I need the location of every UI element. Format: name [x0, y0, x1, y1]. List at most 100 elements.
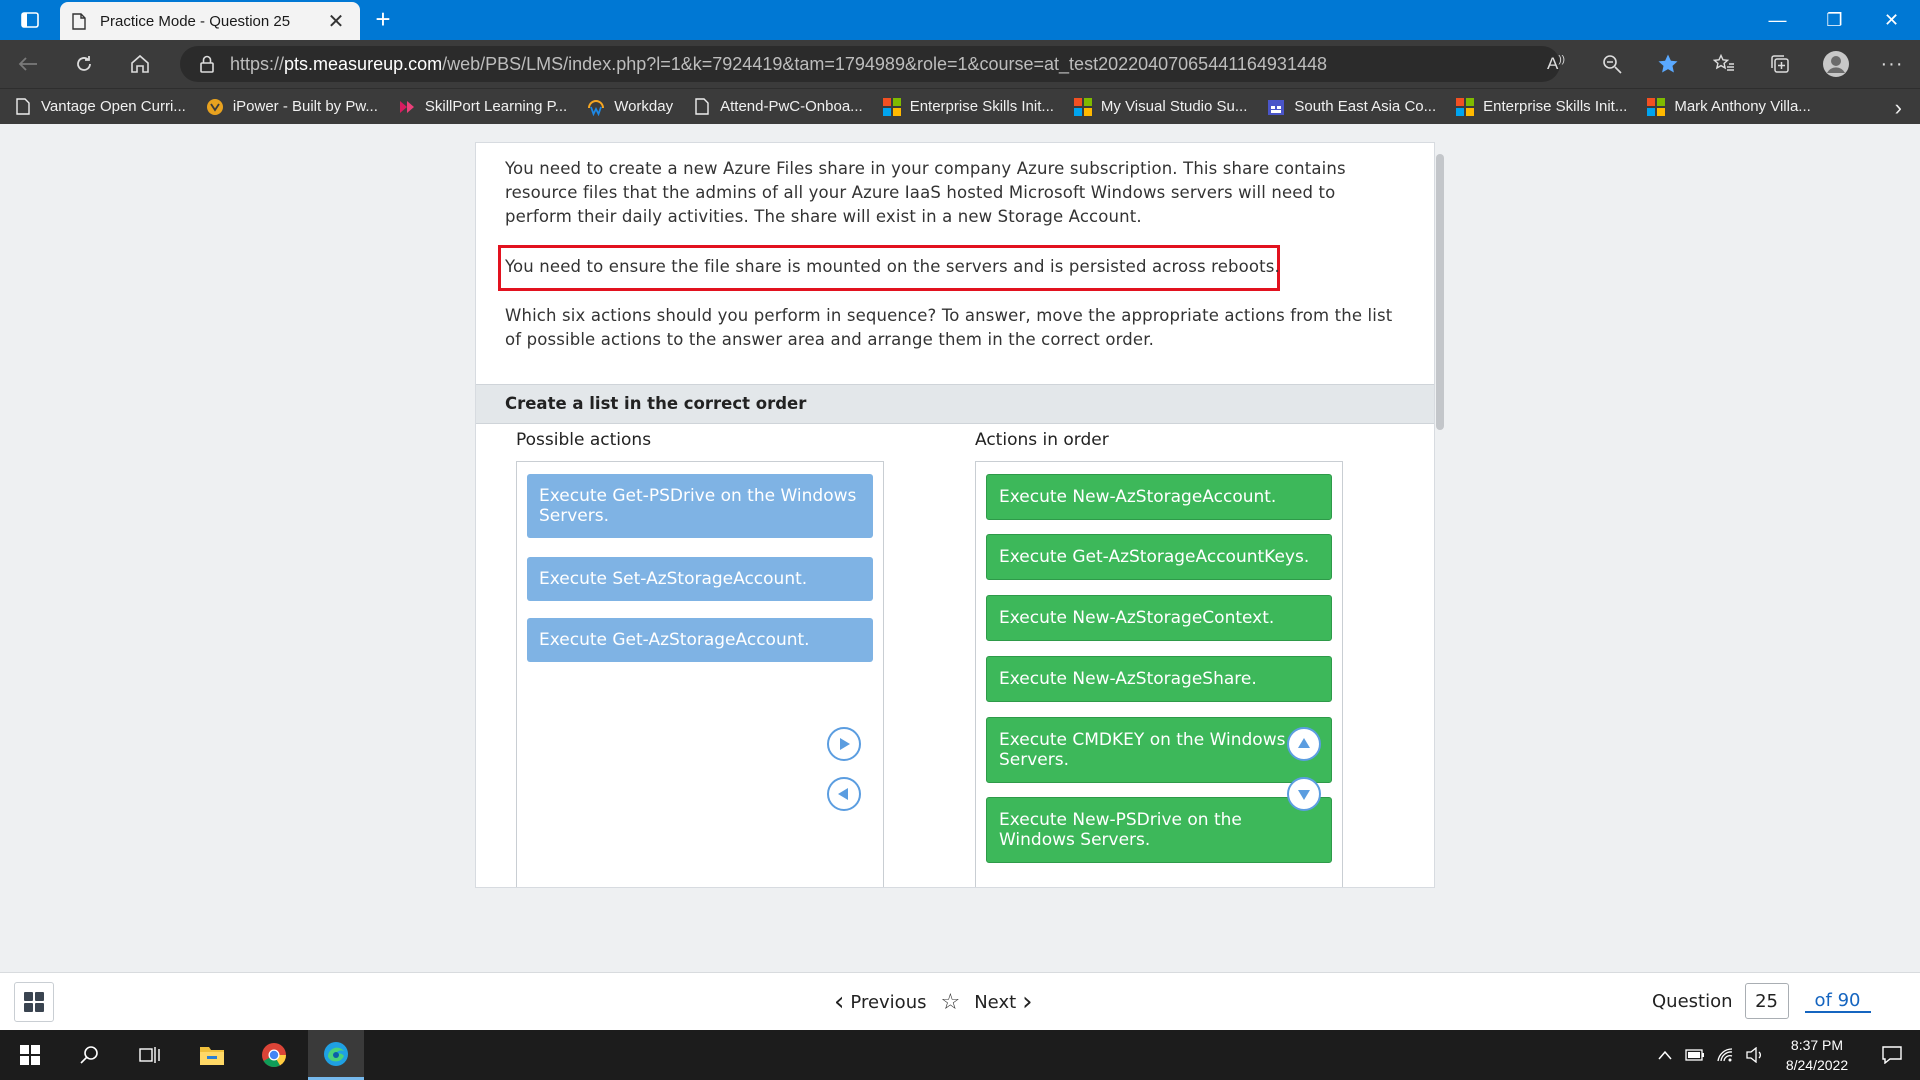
- page-icon: [693, 98, 711, 116]
- ordered-action-item[interactable]: Execute CMDKEY on the Windows Servers.: [986, 717, 1332, 783]
- favorite-label: Workday: [614, 98, 674, 115]
- read-aloud-icon[interactable]: A)): [1528, 40, 1584, 88]
- file-explorer-icon[interactable]: [184, 1030, 240, 1080]
- question-total-link[interactable]: of 90: [1804, 990, 1871, 1013]
- scrollbar[interactable]: [1436, 154, 1444, 430]
- favorites-icon[interactable]: [1696, 40, 1752, 88]
- possible-action-item[interactable]: Execute Get-PSDrive on the Windows Serve…: [527, 474, 873, 538]
- zoom-out-icon[interactable]: [1584, 40, 1640, 88]
- close-window-icon[interactable]: ✕: [1863, 0, 1920, 40]
- ordered-action-item[interactable]: Execute New-AzStorageAccount.: [986, 474, 1332, 520]
- active-tab[interactable]: Practice Mode - Question 25 ✕: [60, 2, 360, 40]
- url-path: /web/PBS/LMS/index.php?l=1&k=7924419&tam…: [442, 53, 1327, 74]
- refresh-icon[interactable]: [56, 40, 112, 88]
- favorite-item[interactable]: Vantage Open Curri...: [14, 98, 186, 116]
- address-bar[interactable]: https://pts.measureup.com/web/PBS/LMS/in…: [180, 46, 1560, 82]
- lock-icon[interactable]: [200, 55, 214, 73]
- favorite-label: My Visual Studio Su...: [1100, 98, 1248, 115]
- next-button[interactable]: Next ›: [974, 987, 1038, 1017]
- favorite-item[interactable]: Workday: [587, 98, 673, 116]
- favorite-label: SkillPort Learning P...: [424, 98, 568, 115]
- collections-icon[interactable]: [1752, 40, 1808, 88]
- back-icon[interactable]: [0, 40, 56, 88]
- search-icon[interactable]: [62, 1030, 118, 1080]
- edge-icon[interactable]: [308, 1030, 364, 1080]
- ordered-action-item[interactable]: Execute New-PSDrive on the Windows Serve…: [986, 797, 1332, 863]
- possible-actions-title: Possible actions: [516, 430, 652, 450]
- grid-icon: [24, 992, 44, 1012]
- favorite-item[interactable]: Enterprise Skills Init...: [1456, 97, 1627, 116]
- previous-label: Previous: [850, 991, 927, 1013]
- minimize-icon[interactable]: —: [1749, 0, 1806, 40]
- ordered-action-item[interactable]: Execute New-AzStorageContext.: [986, 595, 1332, 641]
- workday-icon: [587, 98, 605, 116]
- windows-taskbar: 8:37 PM 8/24/2022: [0, 1030, 1920, 1080]
- move-left-button[interactable]: [827, 777, 861, 811]
- previous-button[interactable]: ‹ Previous: [828, 987, 926, 1017]
- browser-toolbar: https://pts.measureup.com/web/PBS/LMS/in…: [0, 40, 1920, 88]
- question-requirement: You need to ensure the file share is mou…: [505, 257, 1280, 276]
- restore-icon[interactable]: ❐: [1806, 0, 1863, 40]
- microsoft-icon: [1647, 97, 1666, 116]
- favorite-item[interactable]: SkillPort Learning P...: [398, 98, 567, 116]
- question-number-input[interactable]: 25: [1744, 983, 1789, 1019]
- task-view-icon[interactable]: [122, 1030, 178, 1080]
- tab-close-icon[interactable]: ✕: [324, 9, 348, 34]
- actions-in-order-list[interactable]: Execute New-AzStorageAccount. Execute Ge…: [975, 461, 1343, 887]
- mark-star-icon[interactable]: ☆: [940, 990, 960, 1015]
- home-icon[interactable]: [112, 40, 168, 88]
- play-left-icon: [838, 788, 848, 800]
- chevron-up-icon[interactable]: [1650, 1050, 1680, 1060]
- possible-action-item[interactable]: Execute Set-AzStorageAccount.: [527, 557, 873, 601]
- clock-time: 8:37 PM: [1790, 1037, 1844, 1053]
- question-grid-button[interactable]: [14, 982, 54, 1022]
- favorite-item[interactable]: My Visual Studio Su...: [1073, 97, 1248, 116]
- bottom-navigation: ‹ Previous ☆ Next › Question 25 of 90: [0, 972, 1920, 1030]
- page-icon: [72, 12, 86, 30]
- move-right-button[interactable]: [827, 727, 861, 761]
- possible-actions-list[interactable]: Execute Get-PSDrive on the Windows Serve…: [516, 461, 884, 887]
- system-clock[interactable]: 8:37 PM 8/24/2022: [1770, 1035, 1864, 1075]
- arrow-up-icon: [1298, 738, 1310, 748]
- possible-action-item[interactable]: Execute Get-AzStorageAccount.: [527, 618, 873, 662]
- more-menu-icon[interactable]: ···: [1864, 40, 1920, 88]
- favorite-item[interactable]: Mark Anthony Villa...: [1647, 97, 1811, 116]
- question-label: Question: [1652, 990, 1733, 1012]
- chevron-left-icon: ‹: [834, 987, 845, 1017]
- ordered-action-item[interactable]: Execute New-AzStorageShare.: [986, 656, 1332, 702]
- favorite-label: South East Asia Co...: [1294, 98, 1437, 115]
- favorite-label: Enterprise Skills Init...: [909, 98, 1054, 115]
- url-host: pts.measureup.com: [284, 53, 443, 74]
- ordered-action-item[interactable]: Execute Get-AzStorageAccountKeys.: [986, 534, 1332, 580]
- chrome-icon[interactable]: [246, 1030, 302, 1080]
- volume-icon[interactable]: [1740, 1047, 1770, 1063]
- microsoft-icon: [882, 97, 901, 116]
- calendar-icon: [1267, 98, 1285, 116]
- question-panel: You need to create a new Azure Files sha…: [475, 142, 1435, 888]
- chevron-right-icon[interactable]: ›: [1895, 95, 1902, 121]
- url-prefix: https://: [230, 53, 285, 74]
- move-down-button[interactable]: [1287, 777, 1321, 811]
- favorite-item[interactable]: iPower - Built by Pw...: [206, 98, 378, 116]
- wifi-icon[interactable]: [1710, 1047, 1740, 1063]
- question-text: You need to create a new Azure Files sha…: [505, 159, 1346, 226]
- favorite-item[interactable]: South East Asia Co...: [1267, 98, 1436, 116]
- page-icon: [14, 98, 32, 116]
- tab-actions-icon[interactable]: [0, 0, 60, 40]
- favorite-item[interactable]: Attend-PwC-Onboa...: [693, 98, 863, 116]
- favorite-item[interactable]: Enterprise Skills Init...: [882, 97, 1054, 116]
- section-title: Create a list in the correct order: [476, 384, 1434, 424]
- windows-start-icon[interactable]: [2, 1030, 58, 1080]
- question-navigation: ‹ Previous ☆ Next ›: [828, 987, 1039, 1017]
- notifications-icon[interactable]: [1864, 1046, 1920, 1064]
- battery-icon[interactable]: [1680, 1049, 1710, 1061]
- move-up-button[interactable]: [1287, 727, 1321, 761]
- favorite-label: iPower - Built by Pw...: [232, 98, 378, 115]
- browser-tab-strip: Practice Mode - Question 25 ✕ + — ❐ ✕: [0, 0, 1920, 40]
- favorite-label: Attend-PwC-Onboa...: [720, 98, 863, 115]
- new-tab-button[interactable]: +: [366, 4, 400, 36]
- ipower-icon: [206, 98, 224, 116]
- toolbar-right: A)) ···: [1528, 40, 1920, 88]
- profile-avatar[interactable]: [1808, 40, 1864, 88]
- favorite-star-icon[interactable]: [1640, 40, 1696, 88]
